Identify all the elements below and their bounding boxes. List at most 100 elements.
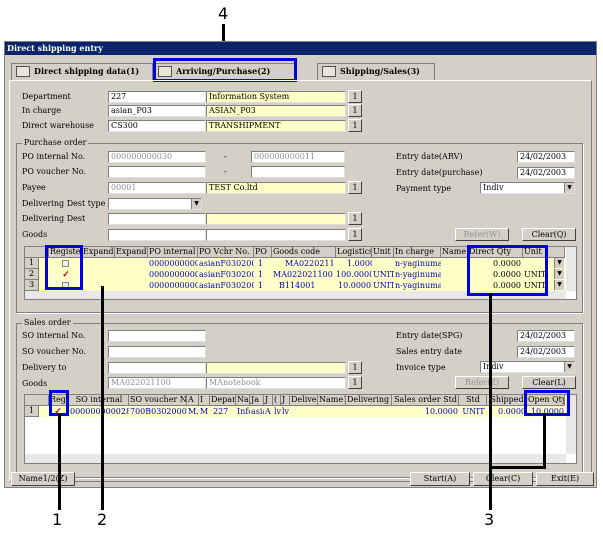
tab-label: Direct shipping data(1) [34,66,140,76]
col-header[interactable]: Delivering [346,395,392,406]
so-refer-button[interactable]: Refer(Z) [455,376,509,389]
callout-3-line [489,293,492,510]
chevron-down-icon: ▼ [554,269,564,279]
delivery-to-code-input[interactable] [108,362,206,374]
so-goods-code-input[interactable]: MA022021100 [108,377,206,389]
callout-4-highlight [153,58,297,82]
vertical-scrollbar[interactable] [566,247,576,291]
col-header[interactable]: SO internal [69,395,129,406]
callout-1-line [58,414,61,510]
so-voucher-input[interactable] [108,346,206,358]
col-header[interactable]: Ja [250,395,264,406]
cell-j1: A [265,407,271,416]
po-refer-button[interactable]: Refer(W) [455,228,509,241]
col-header[interactable]: J [264,395,273,406]
payee-code-input[interactable]: 00001 [108,182,206,194]
col-header[interactable]: Delive [290,395,318,406]
col-header[interactable]: Depar [210,395,236,406]
so-goods-lookup-button[interactable]: 1 [348,376,362,389]
warehouse-label: Direct warehouse [22,121,94,130]
col-header[interactable]: Std [459,395,487,406]
col-header[interactable]: I [199,395,210,406]
so-grid: Regis SO internal SO voucher No. A I Dep… [24,394,577,464]
col-header[interactable]: Unit [372,247,394,258]
delivery-to-label: Delivery to [22,363,67,372]
goods-name [206,229,346,241]
entry-date-purchase-input[interactable]: 24/02/2003 [517,167,575,179]
po-internal-from-input[interactable]: 000000000030 [108,151,206,163]
po-voucher-to-input[interactable] [251,166,345,178]
col-header[interactable]: Na [236,395,250,406]
horizontal-scrollbar[interactable] [25,454,566,463]
warehouse-code-input[interactable]: CS300 [108,120,206,132]
cell-in-charge: n-yaginuma [395,270,441,279]
exit-button[interactable]: Exit(E) [536,472,594,486]
entry-date-spg-input[interactable]: 24/02/2003 [517,330,575,342]
col-header[interactable]: Expande [115,247,148,258]
in-charge-code-input[interactable]: asian_P03 [108,105,206,117]
grid-corner [25,395,49,406]
department-lookup-button[interactable]: 1 [348,90,362,103]
tab-shipping-sales[interactable]: Shipping/Sales(3) [317,63,435,80]
cell-po-internal: 000000000002 [149,270,198,279]
goods-code-input[interactable] [108,229,206,241]
warehouse-lookup-button[interactable]: 1 [348,119,362,132]
payee-lookup-button[interactable]: 1 [348,181,362,194]
tab-label: Shipping/Sales(3) [340,66,420,76]
col-header[interactable]: Name1 [441,247,468,258]
callout-1: 1 [52,510,63,529]
delivering-dest-label: Delivering Dest [22,214,86,223]
in-charge-lookup-button[interactable]: 1 [348,104,362,117]
cell-so-internal: 000000000028 [70,407,129,416]
col-header[interactable]: Expande [82,247,115,258]
entry-date-arv-input[interactable]: 24/02/2003 [517,151,575,163]
department-name: Information System [206,91,346,103]
col-header[interactable]: PO [254,247,272,258]
cell-po: 1 [258,259,264,268]
delivering-dest-lookup-button[interactable]: 1 [348,212,362,225]
so-internal-input[interactable] [108,330,206,342]
col-header[interactable]: A [187,395,199,406]
so-voucher-label: SO voucher No. [22,347,87,356]
department-code-input[interactable]: 227 [108,91,206,103]
payment-type-select[interactable]: Indiv ▼ [480,182,575,194]
col-header[interactable]: Name1 [318,395,346,406]
col-header[interactable]: PO internal [148,247,198,258]
callout-3-line-horizontal [489,466,545,469]
clear-button[interactable]: Clear(C) [473,472,533,486]
po-clear-button[interactable]: Clear(Q) [522,228,576,241]
col-header[interactable]: Shipped [487,395,527,406]
col-header[interactable]: In charge [394,247,441,258]
delivery-to-name [206,362,346,374]
sales-entry-date-input[interactable]: 24/02/2003 [517,346,575,358]
cell-department: 227 [213,407,229,416]
delivering-dest-code-input[interactable] [108,213,206,225]
so-clear-button[interactable]: Clear(L) [522,376,576,389]
invoice-type-value: Indiv [483,362,504,371]
po-voucher-from-input[interactable] [108,166,206,178]
in-charge-name: ASIAN_P03 [206,105,346,117]
entry-date-purchase-label: Entry date(purchase) [396,168,483,177]
book-icon [16,66,30,77]
name1-2-button[interactable]: Name1/2(Z) [11,472,75,486]
cell-po-internal: 000000000002 [149,281,198,290]
po-internal-to-input[interactable]: 000000000011 [251,151,345,163]
callout-3-highlight-po [467,245,548,296]
col-header[interactable]: ( [273,395,281,406]
chevron-down-icon: ▼ [564,362,574,372]
cell-so-vchr: 700B030200007 [130,407,187,416]
col-header[interactable]: Logistics [336,247,372,258]
col-header[interactable]: Sales order Std [392,395,459,406]
tab-direct-shipping-data[interactable]: Direct shipping data(1) [11,63,153,80]
col-header[interactable]: SO voucher No. [129,395,187,406]
delivering-dest-type-select[interactable]: ▼ [108,198,202,210]
invoice-type-select[interactable]: Indiv ▼ [480,361,575,373]
goods-lookup-button[interactable]: 1 [348,228,362,241]
start-button[interactable]: Start(A) [410,472,470,486]
col-header[interactable]: Goods code [272,247,336,258]
cell-goods: B114001 [279,281,316,290]
delivery-to-lookup-button[interactable]: 1 [348,361,362,374]
col-header[interactable]: PO Vchr No. [198,247,254,258]
cell-shipped: 0.0000 [498,407,526,416]
col-header[interactable]: J [281,395,290,406]
